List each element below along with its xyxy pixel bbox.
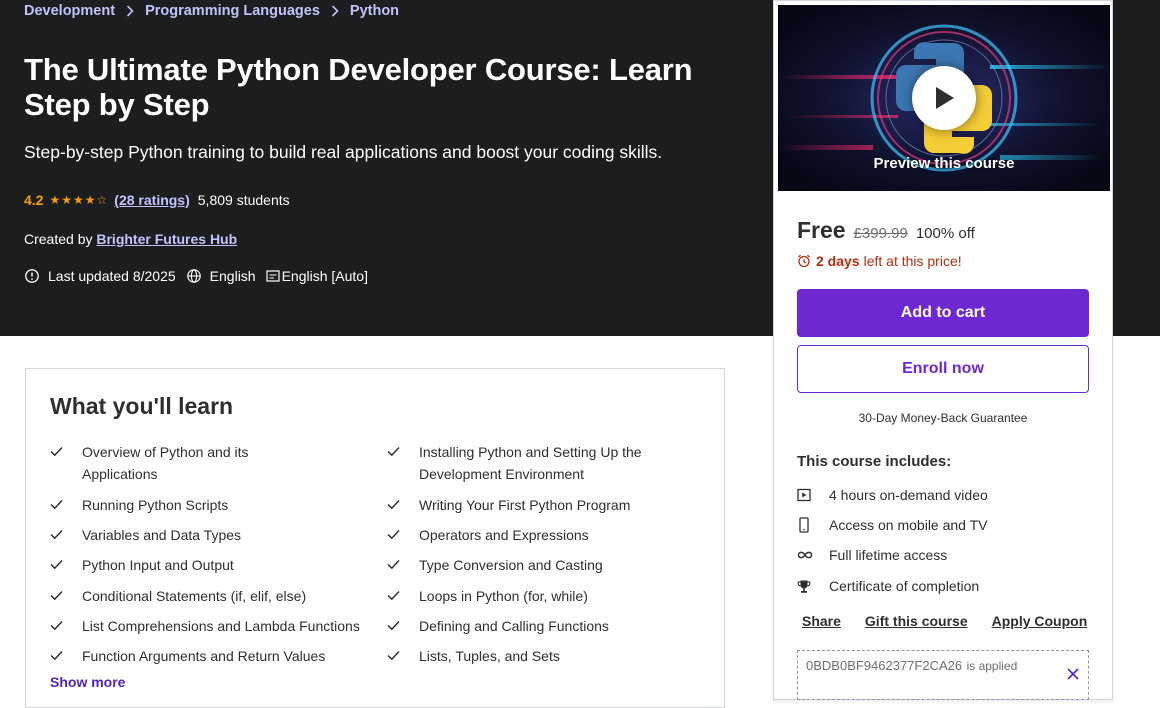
learn-item: Operators and Expressions	[387, 524, 664, 546]
applied-coupon: 0BDB0BF9462377F2CA26 is applied	[797, 650, 1089, 700]
students-count: 5,809 students	[197, 192, 290, 208]
add-to-cart-button[interactable]: Add to cart	[797, 289, 1089, 337]
learn-item: Overview of Python and its Applications	[50, 441, 327, 485]
course-title: The Ultimate Python Developer Course: Le…	[24, 52, 693, 122]
price-timer: 2 days left at this price!	[797, 253, 962, 269]
share-button[interactable]: Share	[802, 613, 841, 629]
star-rating: ★ ★ ★ ★ ☆	[49, 194, 107, 206]
video-icon	[797, 488, 829, 502]
check-icon	[387, 524, 419, 546]
breadcrumb-development[interactable]: Development	[24, 3, 115, 19]
current-price: Free	[797, 217, 846, 243]
course-subtitle: Step-by-step Python training to build re…	[24, 142, 663, 162]
check-icon	[387, 585, 419, 607]
mobile-icon	[797, 517, 829, 533]
play-button[interactable]	[912, 66, 976, 130]
created-by: Created by Brighter Futures Hub	[24, 231, 237, 247]
check-icon	[50, 524, 82, 546]
captions-icon	[265, 270, 280, 282]
original-price: £399.99	[853, 225, 908, 242]
star-full-icon: ★	[73, 193, 84, 207]
card-actions: Share Gift this course Apply Coupon	[802, 613, 1111, 629]
price-row: Free £399.99 100% off	[797, 217, 975, 244]
play-icon	[936, 87, 954, 109]
last-updated: Last updated 8/2025	[48, 268, 176, 284]
enroll-now-button[interactable]: Enroll now	[797, 345, 1089, 393]
learn-item: Type Conversion and Casting	[387, 554, 664, 576]
infinity-icon	[797, 550, 829, 560]
breadcrumb: Development Programming Languages Python	[24, 3, 399, 19]
timer-text: left at this price!	[863, 253, 962, 269]
include-item: Full lifetime access	[797, 547, 947, 563]
coupon-status: is applied	[966, 659, 1018, 673]
close-icon[interactable]	[1067, 667, 1079, 685]
star-full-icon: ★	[61, 193, 72, 207]
learn-item: Installing Python and Setting Up the Dev…	[387, 441, 664, 485]
learn-item: Defining and Calling Functions	[387, 615, 664, 637]
includes-title: This course includes:	[797, 453, 952, 470]
globe-icon	[186, 269, 201, 283]
alarm-clock-icon	[798, 254, 810, 268]
breadcrumb-python[interactable]: Python	[350, 3, 399, 19]
show-more-button[interactable]: Show more	[50, 674, 125, 690]
rating-value: 4.2	[24, 192, 44, 208]
learn-title: What you'll learn	[50, 393, 234, 419]
what-youll-learn: What you'll learn Overview of Python and…	[25, 368, 725, 708]
learn-item: Running Python Scripts	[50, 494, 327, 516]
apply-coupon-button[interactable]: Apply Coupon	[992, 613, 1088, 629]
chevron-right-icon	[126, 5, 134, 17]
learn-item: Writing Your First Python Program	[387, 494, 664, 516]
check-icon	[50, 554, 82, 576]
check-icon	[50, 494, 82, 516]
money-back-guarantee: 30-Day Money-Back Guarantee	[858, 411, 1028, 425]
learn-item: Variables and Data Types	[50, 524, 327, 546]
learn-item: Function Arguments and Return Values	[50, 645, 367, 667]
star-full-icon: ★	[84, 193, 96, 207]
learn-item: Python Input and Output	[50, 554, 327, 576]
check-icon	[50, 585, 82, 607]
instructor-link[interactable]: Brighter Futures Hub	[96, 231, 237, 247]
ratings-count-link[interactable]: (28 ratings)	[114, 192, 189, 208]
check-icon	[387, 494, 419, 516]
rating-row: 4.2 ★ ★ ★ ★ ☆ (28 ratings) 5,809 student…	[24, 192, 290, 208]
check-icon	[387, 554, 419, 576]
breadcrumb-programming-languages[interactable]: Programming Languages	[145, 3, 320, 19]
check-icon	[387, 645, 419, 667]
check-icon	[387, 615, 419, 637]
course-meta: Last updated 8/2025 English English [Aut…	[24, 268, 378, 284]
learn-item: Conditional Statements (if, elif, else)	[50, 585, 327, 607]
check-icon	[50, 615, 82, 637]
timer-days: 2 days	[816, 253, 860, 269]
include-item: 4 hours on-demand video	[797, 487, 988, 503]
include-item: Certificate of completion	[797, 578, 979, 594]
course-language: English	[209, 268, 256, 284]
discount-percent: 100% off	[915, 225, 975, 242]
gift-course-button[interactable]: Gift this course	[865, 613, 968, 629]
trophy-icon	[797, 579, 829, 594]
check-icon	[387, 441, 419, 485]
purchase-card: Preview this course Free £399.99 100% of…	[773, 0, 1113, 700]
learn-item: List Comprehensions and Lambda Functions	[50, 615, 367, 637]
chevron-right-icon	[331, 5, 339, 17]
star-empty-icon: ☆	[96, 193, 108, 207]
created-by-label: Created by	[24, 231, 93, 247]
preview-label: Preview this course	[873, 155, 1015, 172]
alert-clock-icon	[25, 269, 39, 283]
learn-item: Loops in Python (for, while)	[387, 585, 664, 607]
check-icon	[50, 441, 82, 485]
star-full-icon: ★	[49, 193, 61, 207]
course-preview[interactable]: Preview this course	[778, 5, 1110, 191]
learn-item: Lists, Tuples, and Sets	[387, 645, 664, 667]
check-icon	[50, 645, 82, 667]
include-item: Access on mobile and TV	[797, 517, 988, 533]
course-captions: English [Auto]	[281, 268, 368, 284]
coupon-code: 0BDB0BF9462377F2CA26	[806, 658, 963, 673]
